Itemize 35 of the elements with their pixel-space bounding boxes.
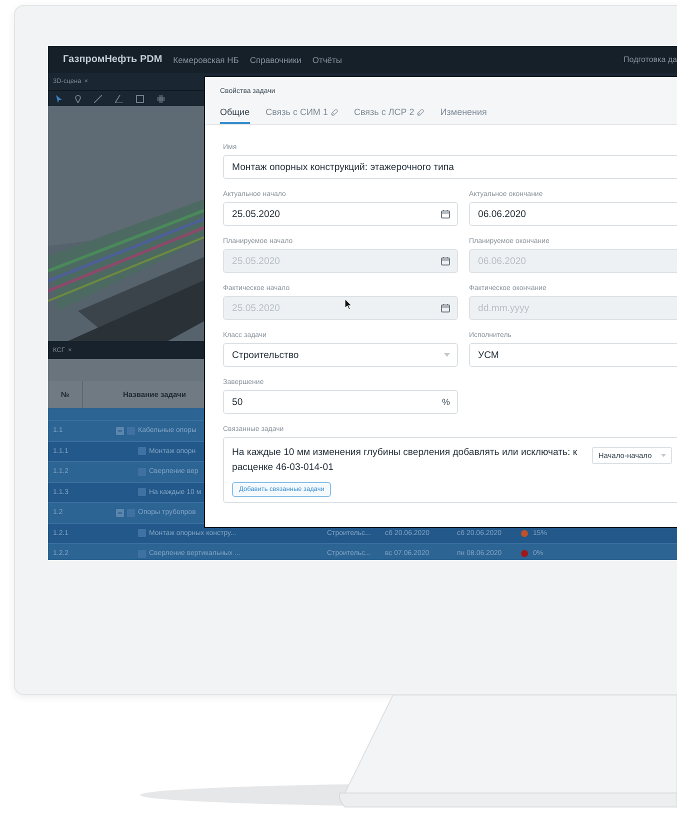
date-field[interactable]: 25.05.2020 <box>223 202 458 226</box>
link-icon <box>417 108 424 116</box>
tab[interactable]: Изменения <box>440 107 487 124</box>
mouse-cursor-icon <box>345 299 352 310</box>
tab[interactable]: Связь с СИМ 1 <box>266 107 338 124</box>
nav-link[interactable]: Подготовка да <box>624 55 677 64</box>
pointer-icon[interactable] <box>56 94 62 102</box>
tab[interactable]: Связь с ЛСР 2 <box>354 107 424 124</box>
square-icon[interactable] <box>136 94 144 102</box>
percent-suffix: % <box>442 397 450 407</box>
pin-icon[interactable] <box>75 94 81 102</box>
collapse-icon[interactable] <box>116 508 124 517</box>
menu-item[interactable]: Отчёты <box>312 54 342 64</box>
caret-icon <box>661 454 666 457</box>
select-field[interactable]: Строительство <box>223 343 458 367</box>
calendar-icon[interactable] <box>441 210 450 218</box>
caret-icon <box>444 353 450 357</box>
grid-icon[interactable] <box>157 94 165 102</box>
line-icon[interactable] <box>94 94 102 102</box>
tab[interactable]: Общие <box>220 107 250 124</box>
collapse-icon[interactable] <box>116 426 124 435</box>
calendar-icon[interactable] <box>441 304 450 312</box>
project-link[interactable]: Кемеровская НБ <box>173 54 239 64</box>
task-icon <box>138 447 146 456</box>
angle-icon[interactable] <box>115 94 123 102</box>
task-icon <box>138 529 146 538</box>
input-field[interactable]: УСМ <box>469 343 677 367</box>
calendar-icon[interactable] <box>441 256 450 266</box>
input-field[interactable]: 06.06.2020 <box>469 202 677 226</box>
app-logo-text[interactable]: ГазпромНефть PDM <box>63 54 162 65</box>
task-icon <box>138 488 146 496</box>
related-task-text: На каждые 10 мм изменения глубины сверления добавлять или исключать: к расценке 46-03-014-01 <box>232 446 578 476</box>
menu-item[interactable]: Справочники <box>250 54 302 64</box>
link-icon <box>330 108 338 116</box>
input-field[interactable]: Монтаж опорных конструкций: этажерочного типа <box>223 155 677 179</box>
